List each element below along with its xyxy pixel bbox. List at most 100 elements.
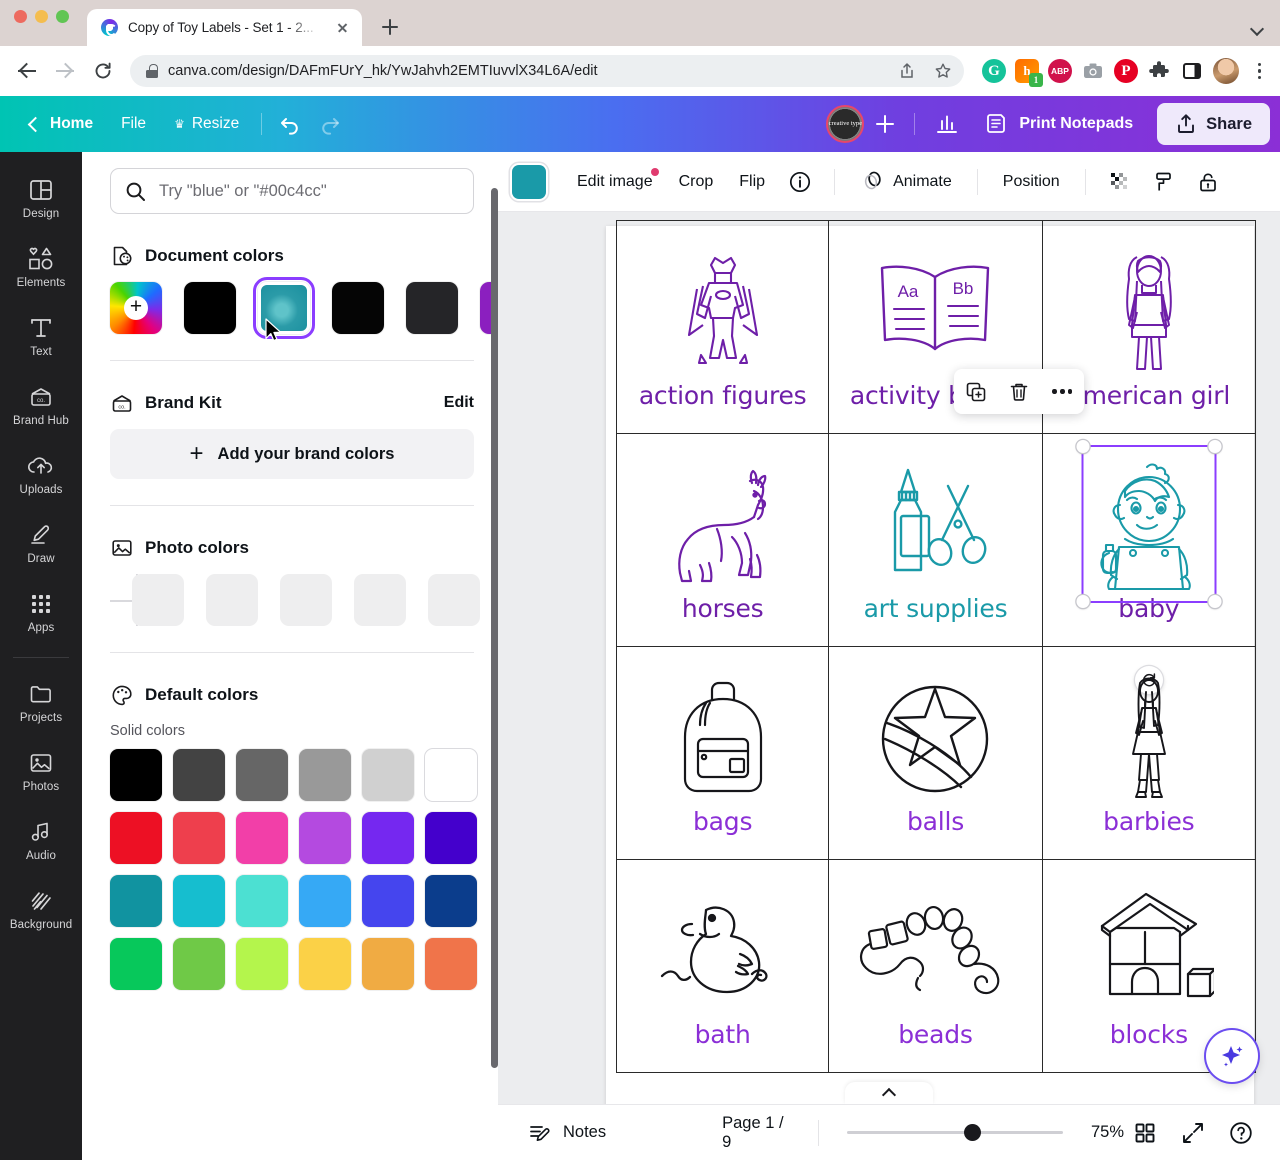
maximize-window-button[interactable] <box>56 9 69 23</box>
close-window-button[interactable] <box>14 9 27 23</box>
add-member-icon[interactable] <box>868 107 902 141</box>
grid-view-icon[interactable] <box>1124 1112 1166 1154</box>
resize-button[interactable]: ♛ Resize <box>160 105 253 143</box>
label-cell[interactable]: bath <box>616 860 830 1073</box>
photo-swatch[interactable] <box>428 574 480 626</box>
url-bar[interactable]: canva.com/design/DAFmFUrY_hk/YwJahvh2EMT… <box>130 55 964 87</box>
collapse-panel-caret-icon[interactable] <box>845 1082 933 1104</box>
copy-style-icon[interactable] <box>1144 162 1184 202</box>
color-swatch[interactable] <box>425 938 477 990</box>
color-swatch[interactable] <box>299 812 351 864</box>
sidebar-item-brand-hub[interactable]: co. Brand Hub <box>4 375 78 434</box>
share-button[interactable]: Share <box>1157 103 1270 145</box>
page-indicator[interactable]: Page 1 / 9 <box>722 1114 792 1152</box>
sidebar-item-apps[interactable]: Apps <box>4 582 78 641</box>
fullscreen-ic[interactable] <box>1172 1112 1214 1154</box>
undo-icon[interactable] <box>270 105 310 143</box>
honey-extension[interactable]: h 1 <box>1015 59 1043 87</box>
add-brand-colors-button[interactable]: + Add your brand colors <box>110 429 474 479</box>
color-swatch[interactable] <box>110 749 162 801</box>
label-cell[interactable]: bags <box>616 647 830 860</box>
grammarly-extension[interactable]: G <box>982 59 1006 83</box>
sidebar-item-text[interactable]: Text <box>4 306 78 365</box>
color-swatch[interactable] <box>425 875 477 927</box>
sidebar-item-background[interactable]: Background <box>4 879 78 938</box>
position-button[interactable]: Position <box>992 162 1071 202</box>
transparency-icon[interactable] <box>1100 162 1140 202</box>
resize-handle-top-right[interactable] <box>1208 440 1222 453</box>
color-swatch[interactable] <box>173 875 225 927</box>
color-swatch[interactable] <box>236 812 288 864</box>
info-icon[interactable] <box>780 162 820 202</box>
crop-button[interactable]: Crop <box>668 162 725 202</box>
back-icon[interactable] <box>10 54 44 88</box>
color-swatch[interactable] <box>299 875 351 927</box>
selected-color-button[interactable] <box>512 164 546 199</box>
label-cell[interactable]: art supplies <box>829 434 1043 647</box>
custom-color-picker[interactable] <box>110 282 162 334</box>
file-menu-button[interactable]: File <box>107 105 160 143</box>
color-swatch[interactable] <box>173 812 225 864</box>
search-input[interactable]: Try "blue" or "#00c4cc" <box>110 168 474 214</box>
zoom-slider-handle[interactable] <box>964 1124 982 1141</box>
zoom-slider[interactable] <box>847 1122 1063 1144</box>
new-tab-icon[interactable] <box>376 13 404 41</box>
forward-icon[interactable] <box>48 54 82 88</box>
color-swatch[interactable] <box>110 938 162 990</box>
minimize-window-button[interactable] <box>35 9 48 23</box>
color-swatch[interactable] <box>362 749 414 801</box>
label-cell[interactable]: horses <box>616 434 830 647</box>
swatch-black[interactable] <box>184 282 236 334</box>
team-avatar[interactable]: creative type <box>826 105 865 143</box>
sidebar-item-design[interactable]: Design <box>4 168 78 227</box>
reload-icon[interactable] <box>86 54 120 88</box>
duplicate-icon[interactable] <box>959 375 993 409</box>
lock-icon[interactable] <box>1188 162 1228 202</box>
swatch-black-2[interactable] <box>332 282 384 334</box>
photo-swatch[interactable] <box>206 574 258 626</box>
sidebar-item-projects[interactable]: Projects <box>4 672 78 731</box>
chevron-down-icon[interactable] <box>1250 22 1264 36</box>
sidebar-item-elements[interactable]: Elements <box>4 237 78 296</box>
screenshot-extension[interactable] <box>1081 59 1105 83</box>
color-swatch[interactable] <box>425 749 477 801</box>
label-cell[interactable]: baby <box>1042 434 1256 694</box>
label-cell[interactable]: beads <box>829 860 1043 1073</box>
color-swatch[interactable] <box>362 875 414 927</box>
panel-scrollbar[interactable] <box>491 188 498 1068</box>
extensions-puzzle-icon[interactable] <box>1147 59 1171 83</box>
color-swatch[interactable] <box>362 812 414 864</box>
color-swatch[interactable] <box>299 938 351 990</box>
label-cell[interactable]: barbies <box>1042 647 1256 860</box>
bookmark-star-icon[interactable] <box>930 58 956 84</box>
photo-swatch[interactable] <box>280 574 332 626</box>
adblock-plus-extension[interactable]: ABP <box>1048 59 1072 83</box>
swatch-dark-gray[interactable] <box>406 282 458 334</box>
redo-icon[interactable] <box>310 105 350 143</box>
insights-icon[interactable] <box>927 105 967 143</box>
photo-swatch[interactable] <box>132 574 184 626</box>
color-swatch[interactable] <box>173 938 225 990</box>
color-swatch[interactable] <box>236 749 288 801</box>
color-swatch[interactable] <box>236 875 288 927</box>
side-panel-icon[interactable] <box>1180 59 1204 83</box>
color-swatch[interactable] <box>173 749 225 801</box>
pinterest-extension[interactable]: P <box>1114 59 1138 83</box>
canvas-area[interactable]: action figures Aa Bb activity books amer… <box>498 212 1280 1104</box>
magic-studio-sparkle-icon[interactable] <box>1206 1030 1258 1082</box>
edit-image-button[interactable]: Edit image <box>566 162 664 202</box>
sidebar-item-photos[interactable]: Photos <box>4 741 78 800</box>
print-notepads-button[interactable]: Print Notepads <box>971 104 1147 144</box>
browser-tab[interactable]: Copy of Toy Labels - Set 1 - 2... <box>87 9 362 46</box>
color-swatch[interactable] <box>110 812 162 864</box>
profile-avatar[interactable] <box>1213 58 1239 84</box>
brand-kit-edit-button[interactable]: Edit <box>444 394 474 412</box>
flip-button[interactable]: Flip <box>728 162 776 202</box>
trash-icon[interactable] <box>1002 375 1036 409</box>
animate-button[interactable]: Animate <box>849 162 963 202</box>
sidebar-item-audio[interactable]: Audio <box>4 810 78 869</box>
resize-handle-top-left[interactable] <box>1076 440 1090 453</box>
color-swatch[interactable] <box>236 938 288 990</box>
color-swatch[interactable] <box>362 938 414 990</box>
color-swatch[interactable] <box>425 812 477 864</box>
